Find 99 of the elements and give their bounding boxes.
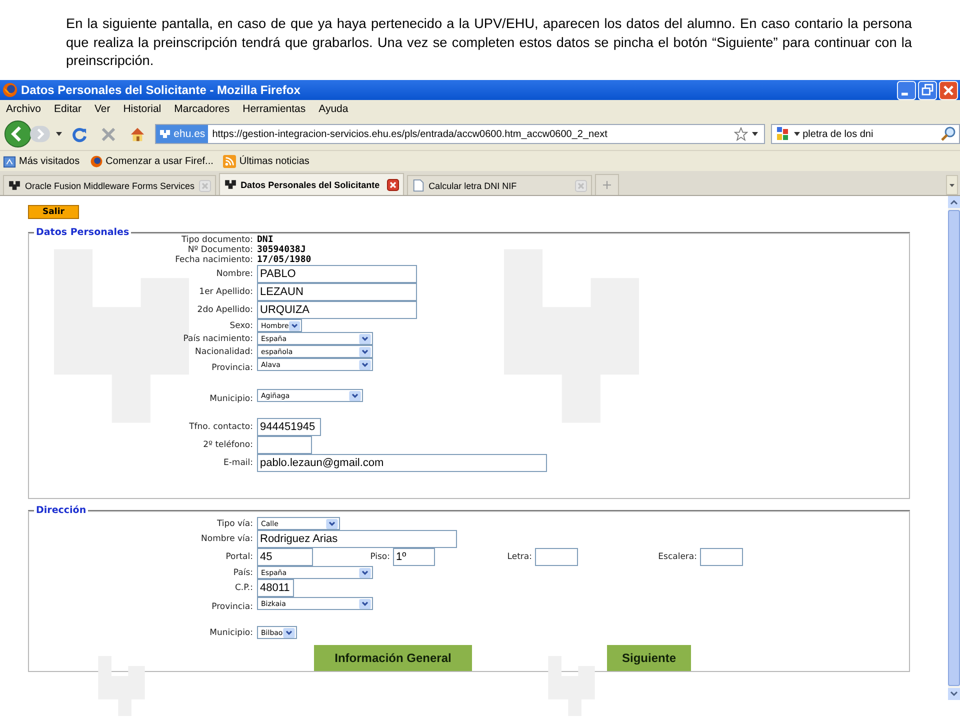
field-label: Piso: <box>369 552 391 562</box>
menu-item[interactable]: Ver <box>94 103 110 115</box>
scroll-up-icon[interactable] <box>948 196 960 208</box>
rss-feed-icon <box>223 154 236 168</box>
form-button[interactable]: Siguiente <box>607 645 691 671</box>
text-field[interactable]: LEZAUN <box>257 283 417 301</box>
text-field[interactable]: 944451945 <box>257 418 321 436</box>
field-value: DNI <box>257 235 274 245</box>
instruction-text: En la siguiente pantalla, en caso de que ya haya pertenecido a la UPV/EHU, aparecen los datos del alumno. En caso contario la persona que realiza la preinscripción tendrá que grabarlos. Una vez se completen estos datos se pincha el botón “Siguiente” para continuar con la preinscripción. <box>65 15 913 70</box>
chevron-down-icon <box>359 568 371 578</box>
scrollbar[interactable] <box>948 196 960 700</box>
caret-icon[interactable] <box>56 132 62 136</box>
field-label: Escalera: <box>657 552 698 562</box>
chevron-down-icon <box>349 390 361 400</box>
field-label: Nombre vía: <box>200 534 254 544</box>
text-field[interactable] <box>700 548 743 566</box>
field-label: C.P.: <box>234 583 254 593</box>
search-engine-icon[interactable] <box>774 126 791 142</box>
field-label: Nacionalidad: <box>194 346 254 356</box>
ehu-logo-icon <box>8 179 21 192</box>
url-text: https://gestion-integracion-servicios.ehu.es/pls/entrada/accw0600.htm_accw0600_2_next <box>212 128 608 140</box>
field-label: Sexo: <box>228 320 254 330</box>
field-label: Provincia: <box>210 363 254 373</box>
browser-tab[interactable]: Calcular letra DNI NIF <box>406 175 592 195</box>
field-label: Tfno. contacto: <box>188 422 254 432</box>
text-field[interactable]: Rodriguez Arias <box>257 530 457 548</box>
menu-item[interactable]: Ayuda <box>318 103 348 115</box>
field-label: 1er Apellido: <box>198 287 254 297</box>
field-label: Nº Documento: <box>186 245 254 255</box>
browser-tab[interactable]: Datos Personales del Solicitante <box>218 173 404 195</box>
text-field[interactable] <box>257 436 312 454</box>
bookmark-item[interactable]: Últimas noticias <box>223 154 310 168</box>
form-button[interactable]: Información General <box>314 645 472 671</box>
field-label: 2do Apellido: <box>196 305 254 315</box>
field-label: País nacimiento: <box>182 334 254 344</box>
close-button[interactable] <box>939 80 958 100</box>
reload-button[interactable] <box>70 126 88 142</box>
chevron-down-icon <box>359 334 371 344</box>
chevron-down-icon <box>288 320 300 330</box>
text-field[interactable] <box>535 548 578 566</box>
page-icon <box>412 179 425 192</box>
bookmark-folder-icon <box>3 154 16 168</box>
back-button[interactable] <box>4 120 32 148</box>
field-label: Provincia: <box>210 602 254 612</box>
search-field[interactable]: pletra de los dni <box>770 124 960 144</box>
chevron-down-icon <box>283 628 295 638</box>
field-label: Nombre: <box>215 269 254 279</box>
firefox-logo-icon <box>90 154 103 168</box>
browser-tab[interactable]: Oracle Fusion Middleware Forms Services <box>3 175 216 195</box>
menu-item[interactable]: Historial <box>123 103 162 115</box>
bookmark-item[interactable]: Comenzar a usar Firef... <box>90 154 214 168</box>
home-button[interactable] <box>128 126 146 142</box>
minimize-button[interactable] <box>897 80 916 100</box>
tab-list-button[interactable] <box>946 175 958 195</box>
window-title: Datos Personales del Solicitante - Mozilla Firefox <box>21 83 300 97</box>
field-label: Municipio: <box>208 394 254 404</box>
ehu-logo-icon <box>158 128 171 140</box>
field-label: Portal: <box>224 552 254 562</box>
field-label: E-mail: <box>222 458 254 468</box>
text-field[interactable]: PABLO <box>257 265 417 283</box>
section-title: Datos Personales <box>35 227 130 238</box>
menu-item[interactable]: Archivo <box>6 103 42 115</box>
plus-icon <box>602 180 612 190</box>
text-field[interactable]: pablo.lezaun@gmail.com <box>257 454 547 472</box>
field-label: Fecha nacimiento: <box>174 255 254 265</box>
search-icon[interactable] <box>940 126 956 142</box>
text-field[interactable]: 48011 <box>257 579 294 597</box>
text-field[interactable]: 1º <box>393 548 435 566</box>
field-label: Municipio: <box>208 628 254 638</box>
menu-item[interactable]: Editar <box>54 103 82 115</box>
caret-icon[interactable] <box>794 132 800 136</box>
restore-button[interactable] <box>918 80 937 100</box>
section-title: Dirección <box>35 505 88 516</box>
field-label: 2º teléfono: <box>202 440 254 450</box>
firefox-logo-icon <box>2 82 18 98</box>
field-value: 30594038J <box>257 245 306 255</box>
field-label: País: <box>232 568 254 578</box>
menu-item[interactable]: Herramientas <box>242 103 306 115</box>
caret-icon[interactable] <box>752 132 758 136</box>
field-label: Letra: <box>506 552 533 562</box>
scroll-down-icon[interactable] <box>948 688 960 700</box>
tab-close-button[interactable] <box>386 178 399 190</box>
text-field[interactable]: 45 <box>257 548 313 566</box>
chevron-down-icon <box>359 360 371 370</box>
forward-button[interactable] <box>30 124 50 144</box>
site-identity-badge[interactable]: ehu.es <box>156 125 208 143</box>
address-bar[interactable]: ehu.es https://gestion-integracion-servicios.ehu.es/pls/entrada/accw0600.htm_accw0600_2_next <box>154 124 765 144</box>
chevron-down-icon <box>326 518 338 528</box>
bookmark-item[interactable]: Más visitados <box>3 154 80 168</box>
ehu-logo-icon <box>224 178 237 191</box>
field-label: Tipo documento: <box>180 235 254 245</box>
menu-item[interactable]: Marcadores <box>174 103 230 115</box>
field-value: 17/05/1980 <box>257 255 312 265</box>
chevron-down-icon <box>359 598 371 608</box>
text-field[interactable]: URQUIZA <box>257 301 417 319</box>
field-label: Tipo vía: <box>216 518 254 528</box>
star-icon[interactable] <box>734 127 748 141</box>
exit-button[interactable]: Salir <box>28 205 79 219</box>
chevron-down-icon <box>359 346 371 356</box>
